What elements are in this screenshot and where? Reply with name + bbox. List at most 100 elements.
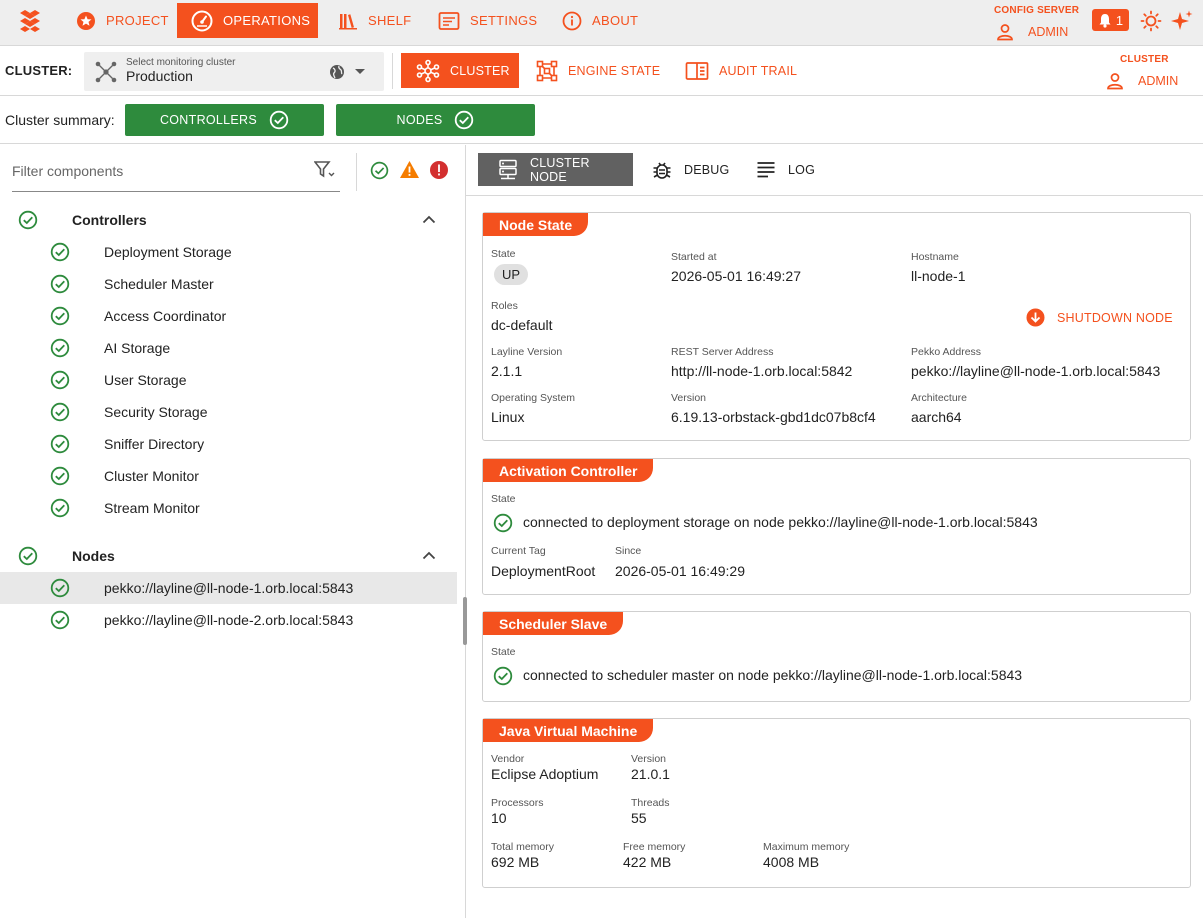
- tab-label: CLUSTER: [450, 63, 510, 78]
- started-at-value: 2026-05-01 16:49:27: [671, 268, 801, 284]
- cluster-select[interactable]: Select monitoring cluster Production: [84, 52, 384, 91]
- scheduler-slave-card: Scheduler Slave State connected to sched…: [482, 611, 1191, 702]
- scheduler-state-value: connected to scheduler master on node pe…: [523, 667, 1023, 683]
- tree-group-nodes[interactable]: Nodes: [0, 540, 457, 572]
- cluster-admin-user-link[interactable]: ADMIN: [1106, 72, 1178, 90]
- check-circle-icon: [493, 513, 513, 533]
- tabs-divider: [466, 195, 1203, 196]
- tree-item-label: Security Storage: [104, 404, 208, 420]
- tree-group-controllers[interactable]: Controllers: [0, 204, 457, 236]
- max-memory-value: 4008 MB: [763, 854, 820, 870]
- panel-resize-handle[interactable]: [463, 597, 467, 645]
- tree-item-controller[interactable]: Access Coordinator: [0, 300, 457, 332]
- field-label: Total memory: [491, 841, 555, 853]
- jvm-version-value: 21.0.1: [631, 766, 670, 782]
- check-circle-icon: [18, 546, 38, 566]
- user-icon: [1106, 72, 1124, 90]
- tree-item-label: Sniffer Directory: [104, 436, 205, 452]
- card-title: Activation Controller: [483, 459, 654, 482]
- field-label: REST Server Address: [671, 346, 774, 358]
- nav-label: ABOUT: [592, 13, 639, 28]
- free-memory-value: 422 MB: [623, 854, 672, 870]
- nav-about[interactable]: ABOUT: [548, 3, 652, 38]
- tree-item-node[interactable]: pekko://layline@ll-node-2.orb.local:5843: [0, 604, 457, 636]
- current-tag-value: DeploymentRoot: [491, 563, 596, 579]
- bug-icon: [652, 159, 672, 181]
- config-server-user: ADMIN: [1028, 25, 1069, 39]
- threads-value: 55: [631, 810, 647, 826]
- field-label: Pekko Address: [911, 346, 982, 358]
- tab-audit-trail[interactable]: AUDIT TRAIL: [670, 53, 812, 88]
- nodes-summary-label: NODES: [396, 113, 443, 127]
- user-icon: [996, 23, 1014, 41]
- card-title: Java Virtual Machine: [483, 719, 654, 742]
- layline-version-value: 2.1.1: [491, 363, 523, 379]
- config-server-user-link[interactable]: ADMIN: [996, 23, 1068, 41]
- books-icon: [338, 11, 358, 31]
- filter-ok-icon[interactable]: [370, 161, 389, 180]
- tab-debug[interactable]: DEBUG: [632, 153, 749, 186]
- shutdown-node-button[interactable]: SHUTDOWN NODE: [1026, 308, 1173, 327]
- tree-item-controller[interactable]: Security Storage: [0, 396, 457, 428]
- engine-state-icon: [536, 60, 558, 82]
- jvm-card: Java Virtual Machine Vendor Eclipse Adop…: [482, 718, 1191, 888]
- globe-icon: [329, 64, 345, 80]
- total-memory-value: 692 MB: [491, 854, 540, 870]
- filter-field[interactable]: [12, 158, 340, 192]
- field-label: Version: [671, 392, 707, 404]
- theme-toggle-sun-icon[interactable]: [1140, 10, 1162, 32]
- info-icon: [562, 11, 582, 31]
- tab-engine-state[interactable]: ENGINE STATE: [521, 53, 675, 88]
- nav-operations[interactable]: OPERATIONS: [177, 3, 318, 38]
- node-state-card: Node State State UP Started at 2026-05-0…: [482, 212, 1191, 441]
- node-state-chip: UP: [494, 264, 529, 285]
- filter-input[interactable]: [12, 158, 302, 184]
- tree-group-label: Controllers: [72, 212, 147, 228]
- sparkle-ai-icon[interactable]: [1170, 9, 1194, 33]
- filter-divider: [356, 153, 357, 191]
- nav-label: SETTINGS: [470, 13, 538, 28]
- tab-cluster[interactable]: CLUSTER: [401, 53, 519, 88]
- tree-item-controller[interactable]: Cluster Monitor: [0, 460, 457, 492]
- tree-item-label: Scheduler Master: [104, 276, 214, 292]
- filter-icon[interactable]: [314, 161, 336, 179]
- check-circle-icon: [50, 578, 70, 598]
- tab-cluster-node[interactable]: CLUSTER NODE: [478, 153, 633, 186]
- nav-shelf[interactable]: SHELF: [324, 3, 425, 38]
- notifications-button[interactable]: 1: [1092, 9, 1129, 31]
- filter-warning-icon[interactable]: [399, 160, 420, 179]
- roles-value: dc-default: [491, 317, 553, 333]
- tree-item-label: pekko://layline@ll-node-1.orb.local:5843: [104, 580, 354, 596]
- tree-item-controller[interactable]: Sniffer Directory: [0, 428, 457, 460]
- nav-settings[interactable]: SETTINGS: [424, 3, 551, 38]
- tab-label: LOG: [788, 162, 815, 177]
- tree-item-controller[interactable]: Deployment Storage: [0, 236, 457, 268]
- nodes-summary-button[interactable]: NODES: [336, 104, 535, 136]
- nav-project[interactable]: PROJECT: [62, 3, 183, 38]
- check-circle-icon: [50, 338, 70, 358]
- tab-label: AUDIT TRAIL: [719, 63, 798, 78]
- tab-label: ENGINE STATE: [568, 63, 661, 78]
- controllers-summary-button[interactable]: CONTROLLERS: [125, 104, 324, 136]
- arrow-down-circle-icon: [1026, 308, 1045, 327]
- tree-item-controller[interactable]: Stream Monitor: [0, 492, 457, 524]
- tree-item-node[interactable]: pekko://layline@ll-node-1.orb.local:5843: [0, 572, 457, 604]
- chevron-up-icon[interactable]: [422, 215, 436, 224]
- nav-label: PROJECT: [106, 13, 169, 28]
- app-logo-icon[interactable]: [18, 9, 44, 35]
- tree-item-label: Access Coordinator: [104, 308, 227, 324]
- field-label: Layline Version: [491, 346, 563, 358]
- tree-item-controller[interactable]: Scheduler Master: [0, 268, 457, 300]
- tree-item-controller[interactable]: User Storage: [0, 364, 457, 396]
- vendor-value: Eclipse Adoptium: [491, 766, 599, 782]
- check-circle-icon: [50, 402, 70, 422]
- star-icon: [76, 11, 96, 31]
- bell-icon: [1098, 13, 1112, 28]
- cluster-admin-user: ADMIN: [1138, 74, 1179, 88]
- chevron-up-icon[interactable]: [422, 551, 436, 560]
- tab-log[interactable]: LOG: [736, 153, 835, 186]
- cluster-summary-label: Cluster summary:: [5, 112, 115, 128]
- filter-error-icon[interactable]: [429, 160, 449, 180]
- cluster-toolbar: CLUSTER: Select monitoring cluster Produ…: [0, 46, 1203, 96]
- tree-item-controller[interactable]: AI Storage: [0, 332, 457, 364]
